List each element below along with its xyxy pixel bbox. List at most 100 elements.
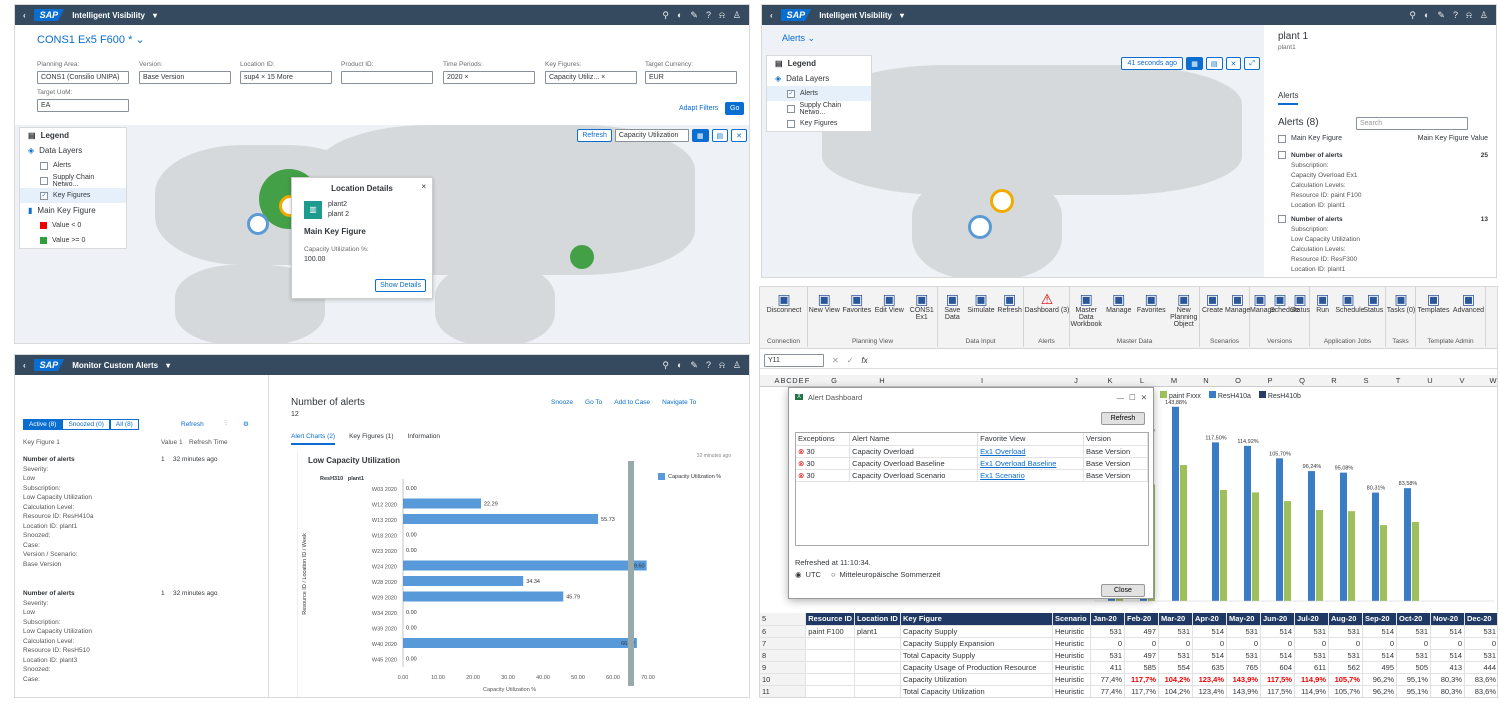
grid-cell[interactable]: Total Capacity Utilization	[900, 685, 1053, 697]
ribbon-button[interactable]: ▣ Favorites	[1135, 291, 1168, 314]
tab-alerts[interactable]: Alerts	[1278, 91, 1299, 105]
grid-cell[interactable]	[854, 637, 901, 650]
copilot-icon[interactable]: ◐	[1424, 10, 1429, 20]
grid-header-cell[interactable]: Apr-20	[1192, 613, 1227, 626]
back-icon[interactable]: ‹	[23, 11, 26, 20]
grid-header-cell[interactable]: Sep-20	[1362, 613, 1397, 626]
row-number[interactable]: 5	[760, 613, 807, 626]
chevron-down-icon[interactable]: ▾	[153, 11, 157, 20]
column-header[interactable]: S	[1350, 376, 1382, 385]
grid-header-cell[interactable]: Key Figure	[900, 613, 1053, 626]
column-header[interactable]: L	[1126, 376, 1158, 385]
chevron-down-icon[interactable]: ▾	[166, 361, 170, 370]
ribbon-button[interactable]: ▣ Edit View	[873, 291, 906, 314]
app-title[interactable]: Monitor Custom Alerts	[72, 361, 158, 370]
grid-cell[interactable]: 0	[1328, 637, 1363, 650]
show-details-button[interactable]: Show Details	[375, 279, 426, 292]
column-header[interactable]: P	[1254, 376, 1286, 385]
ribbon-button[interactable]: ▣ CONS1 Ex1	[906, 291, 939, 321]
go-button[interactable]: Go	[725, 102, 745, 115]
row-number[interactable]: 6	[760, 625, 807, 638]
grid-cell[interactable]: 514	[1260, 649, 1295, 662]
grid-cell[interactable]: 604	[1260, 661, 1295, 674]
grid-cell[interactable]: 531	[1090, 649, 1125, 662]
grid-cell[interactable]: Heuristic	[1052, 685, 1091, 697]
column-header[interactable]: M	[1158, 376, 1190, 385]
grid-cell[interactable]: 0	[1396, 637, 1431, 650]
grid-cell[interactable]: Capacity Usage of Production Resource	[900, 661, 1053, 674]
refresh-button[interactable]: Refresh	[1101, 412, 1145, 425]
search-icon[interactable]: ⚲	[662, 360, 669, 371]
map[interactable]: Alerts ⌄ ▤ Legend ◈ Data Layers ✓ Alerts Su…	[762, 25, 1264, 277]
grid-cell[interactable]: 143,9%	[1226, 673, 1261, 686]
close-icon[interactable]: ✕	[1225, 57, 1242, 70]
cancel-icon[interactable]: ✕	[832, 356, 839, 365]
ribbon-button[interactable]: ▣ Master Data Workbook	[1070, 291, 1103, 328]
grid-cell[interactable]: 514	[1192, 625, 1227, 638]
grid-header-cell[interactable]: Scenario	[1052, 613, 1091, 626]
notifications-icon[interactable]: ⍾	[719, 360, 725, 371]
grid-cell[interactable]: 444	[1464, 661, 1497, 674]
help-icon[interactable]: ?	[1453, 10, 1458, 20]
column-header[interactable]: Q	[1286, 376, 1318, 385]
grid-cell[interactable]: 83,6%	[1464, 673, 1497, 686]
grid-header-cell[interactable]: Jan-20	[1090, 613, 1125, 626]
ribbon-button[interactable]: ▣ Disconnect	[760, 291, 808, 314]
list-item[interactable]: Number of alerts 1 32 minutes ago Severity…	[23, 589, 261, 684]
table-row[interactable]: ⊗ 30 Capacity Overload Scenario Ex1 Scenar…	[796, 469, 1149, 482]
column-header[interactable]: U	[1414, 376, 1446, 385]
search-icon[interactable]: ⚲	[662, 10, 669, 21]
list-item[interactable]: Number of alerts 1 32 minutes ago Severity…	[23, 455, 261, 569]
user-icon[interactable]: ♙	[733, 10, 741, 21]
settings-icon[interactable]: ⚙	[243, 420, 249, 428]
grid-cell[interactable]: 531	[1396, 649, 1431, 662]
back-icon[interactable]: ‹	[770, 11, 773, 20]
grid-cell[interactable]: 0	[1090, 637, 1125, 650]
table-view-icon[interactable]: ▤	[1205, 57, 1223, 70]
grid-cell[interactable]: 531	[1328, 649, 1363, 662]
table-view-icon[interactable]: ▤	[711, 129, 729, 142]
page-title[interactable]: CONS1 Ex5 F600 * ⌄	[37, 33, 145, 46]
grid-header-cell[interactable]: May-20	[1226, 613, 1261, 626]
column-header[interactable]: O	[1222, 376, 1254, 385]
column-header[interactable]: W	[1478, 376, 1497, 385]
key-figure-select[interactable]: Capacity Utilization	[614, 129, 689, 142]
column-header[interactable]: G	[810, 376, 858, 385]
key-figure-circle[interactable]	[570, 245, 594, 269]
map[interactable]: ▤ Legend ◈ Data Layers Alerts Supply Chain…	[15, 125, 749, 343]
grid-cell[interactable]: 531	[1226, 649, 1261, 662]
grid-cell[interactable]: paint F100	[805, 625, 855, 638]
grid-cell[interactable]: 0	[1226, 637, 1261, 650]
refresh-time-button[interactable]: 41 seconds ago	[1121, 57, 1184, 70]
grid-cell[interactable]: 0	[1294, 637, 1329, 650]
fullscreen-icon[interactable]: ⤢	[1244, 57, 1260, 70]
grid-cell[interactable]: 531	[1294, 625, 1329, 638]
app-title[interactable]: Intelligent Visibility	[819, 11, 892, 20]
column-header[interactable]: H	[858, 376, 906, 385]
list-item[interactable]: Number of alerts 25 Subscription: Capacity…	[1278, 151, 1488, 211]
grid-cell[interactable]: 105,7%	[1328, 673, 1363, 686]
table-cell[interactable]: Ex1 Overload	[977, 445, 1084, 458]
grid-cell[interactable]: 765	[1226, 661, 1261, 674]
chevron-down-icon[interactable]: ▾	[900, 11, 904, 20]
close-icon[interactable]: ×	[421, 182, 426, 191]
grid-cell[interactable]: 411	[1090, 661, 1125, 674]
tab-active[interactable]: Active (8)	[23, 419, 63, 430]
grid-cell[interactable]: Capacity Utilization	[900, 673, 1053, 686]
grid-cell[interactable]: 514	[1430, 625, 1465, 638]
grid-cell[interactable]: 114,9%	[1294, 685, 1329, 697]
grid-cell[interactable]: Heuristic	[1052, 673, 1091, 686]
table-row[interactable]: 10 Capacity Utilization Heuristic 77,4% 117,…	[760, 673, 1497, 686]
grid-cell[interactable]: plant1	[854, 625, 901, 638]
grid-cell[interactable]	[805, 637, 855, 650]
grid-cell[interactable]	[805, 685, 855, 697]
alerts-select[interactable]: Alerts ⌄	[782, 33, 815, 44]
grid-cell[interactable]: 77,4%	[1090, 673, 1125, 686]
table-cell[interactable]: Ex1 Overload Baseline	[977, 457, 1084, 470]
grid-cell[interactable]: 77,4%	[1090, 685, 1125, 697]
ribbon-button[interactable]: ▣ New View	[808, 291, 841, 314]
grid-cell[interactable]	[854, 649, 901, 662]
function-icon[interactable]: fx	[861, 356, 867, 365]
location-marker[interactable]	[990, 189, 1014, 213]
grid-cell[interactable]: 554	[1158, 661, 1193, 674]
